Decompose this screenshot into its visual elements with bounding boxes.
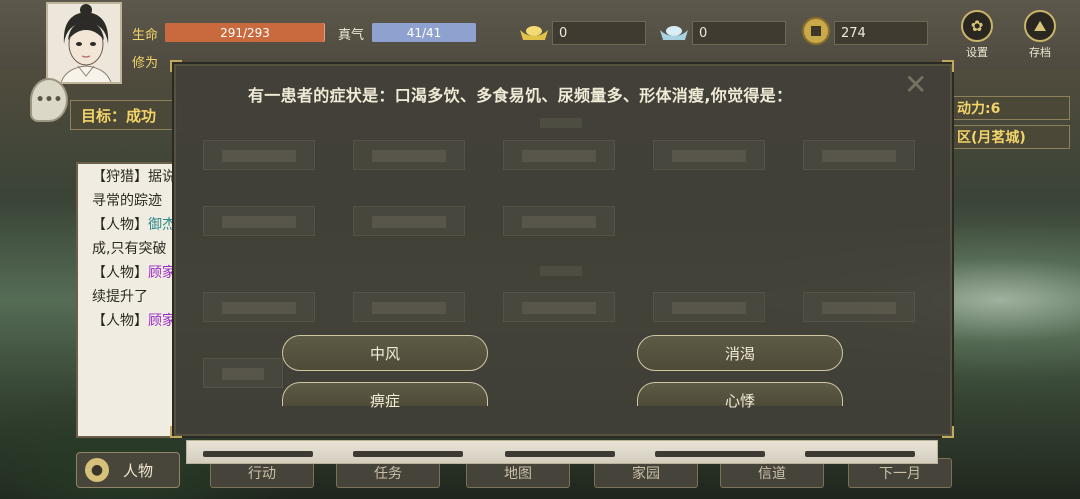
nav-task-label: 任务 [374,466,402,482]
ghost-cell [203,358,283,388]
nav-action-label: 行动 [248,466,276,482]
nav-map-label: 地图 [504,466,532,482]
log-line: 【人物】御杰 [78,213,174,237]
hp-label: 生命 [132,28,159,43]
quiz-option-2[interactable]: 消渴 [637,335,843,371]
save-button[interactable]: ⛰ 存档 [1018,10,1062,60]
dialog-corner-ornament [170,426,182,438]
log-line: 【狩猎】据说 [78,165,174,189]
footer-tab [805,451,915,457]
location-tag[interactable]: 区(月茗城) [950,125,1070,149]
dialog-footer [186,440,938,464]
save-icon: ⛰ [1024,10,1056,42]
ghost-cell [803,140,915,170]
silver-ingot-icon [658,22,690,46]
quiz-option-4[interactable]: 心悸 [637,382,843,410]
quiz-option-1[interactable]: 中风 [282,335,488,371]
coin-icon [802,17,830,49]
chat-bubble-icon[interactable]: ••• [30,78,68,122]
gold-counter: 0 [552,21,646,45]
goal-label: 目标：成功 [81,106,157,125]
log-line: 成,只有突破 [78,237,174,261]
log-tag: 【狩猎】 [92,169,148,185]
nav-next-month-label: 下一月 [879,466,921,482]
ghost-cell [653,140,765,170]
log-line: 【人物】顾家 [78,261,174,285]
gold-ingot-icon [518,22,550,46]
ghost-cell [503,140,615,170]
person-icon: ● [85,458,109,482]
nav-character-label: 人物 [123,461,154,480]
event-log-panel[interactable]: 【狩猎】据说 寻常的踪迹 【人物】御杰 成,只有突破 【人物】顾家 续提升了 【人物】顾家 [76,162,176,438]
ghost-cell [803,292,915,322]
log-tag: 【人物】 [92,313,148,329]
ghost-cell [353,140,465,170]
nav-home-label: 家园 [632,466,660,482]
action-points-label: 动力:6 [957,101,1001,117]
quiz-question: 有一患者的症状是：口渴多饮、多食易饥、尿频量多、形体消瘦,你觉得是： [248,86,793,105]
silver-counter: 0 [692,21,786,45]
log-tag: 【人物】 [92,217,148,233]
settings-label: 设置 [966,46,988,59]
dialog-corner-ornament [942,426,954,438]
action-points-tag: 动力:6 [950,96,1070,120]
save-label: 存档 [1029,46,1051,59]
coin-counter: 274 [834,21,928,45]
qi-label: 真气 [338,28,365,43]
ghost-header [540,118,582,128]
log-tag: 【人物】 [92,265,148,281]
location-label: 区(月茗城) [957,130,1026,146]
qi-value: 41/41 [406,25,442,40]
ghost-cell [353,292,465,322]
ghost-cell [203,292,315,322]
portrait-icon [48,4,120,82]
quiz-option-3[interactable]: 痹症 [282,382,488,410]
settings-button[interactable]: ✿ 设置 [955,10,999,60]
player-avatar[interactable] [46,2,122,84]
gear-icon: ✿ [961,10,993,42]
ghost-cell [203,206,315,236]
ghost-cell [503,292,615,322]
ghost-cell [503,206,615,236]
log-text: 寻常的踪迹 [92,193,162,209]
ghost-header [540,266,582,276]
log-text: 续提升了 [92,289,148,305]
log-line: 寻常的踪迹 [78,189,174,213]
cultivation-label: 修为 [132,56,159,71]
hp-value: 291/293 [220,25,270,40]
footer-tab [505,451,615,457]
ghost-cell [653,292,765,322]
hp-bar: 291/293 [165,23,325,42]
footer-tab [655,451,765,457]
close-icon[interactable]: ✕ [904,68,927,101]
log-text: 成,只有突破 [92,241,167,257]
ghost-cell [353,206,465,236]
ghost-cell [203,140,315,170]
goal-banner[interactable]: 目标：成功 [70,100,180,130]
dialog-corner-ornament [942,60,954,72]
footer-tab [353,451,463,457]
log-line: 续提升了 [78,285,174,309]
log-line: 【人物】顾家 [78,309,174,333]
nav-mail-label: 信道 [758,466,786,482]
footer-tab [203,451,313,457]
dialog-corner-ornament [170,60,182,72]
qi-bar: 41/41 [372,23,476,42]
nav-character-button[interactable]: ● 人物 [76,452,180,488]
